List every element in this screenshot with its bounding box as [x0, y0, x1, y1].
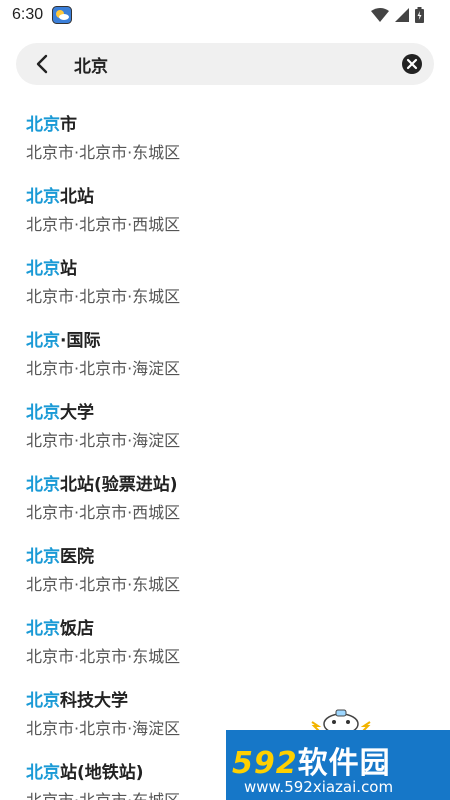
result-title-highlight: 北京	[26, 403, 60, 423]
result-title-highlight: 北京	[26, 547, 60, 567]
result-subtitle: 北京市·北京市·东城区	[26, 647, 181, 666]
result-title-rest: 科技大学	[60, 691, 128, 711]
watermark: 592软件园 www.592xiazai.com	[226, 704, 450, 800]
result-subtitle: 北京市·北京市·东城区	[26, 787, 180, 800]
watermark-logo-text: 软件园	[297, 746, 391, 781]
result-title: 北京站(地铁站)	[26, 758, 144, 783]
result-title: 北京医院	[26, 542, 94, 567]
list-item[interactable]: 北京站 北京市·北京市·东城区	[0, 244, 450, 316]
result-title-highlight: 北京	[26, 259, 60, 279]
result-title: 北京科技大学	[26, 686, 128, 711]
status-bar: 6:30	[0, 0, 450, 32]
result-title-highlight: 北京	[26, 475, 60, 495]
result-title: 北京大学	[26, 398, 94, 423]
result-title-highlight: 北京	[26, 331, 60, 351]
search-bar	[16, 43, 434, 85]
search-input[interactable]	[74, 51, 374, 77]
list-item[interactable]: 北京医院 北京市·北京市·东城区	[0, 532, 450, 604]
wifi-icon	[371, 8, 389, 22]
status-icons	[371, 7, 424, 23]
result-title-rest: 饭店	[60, 619, 94, 639]
result-subtitle: 北京市·北京市·海淀区	[26, 719, 181, 738]
result-title: 北京·国际	[26, 326, 100, 351]
back-button[interactable]	[26, 48, 58, 80]
result-title: 北京饭店	[26, 614, 94, 639]
results-list: 北京市 北京市·北京市·东城区 北京北站 北京市·北京市·西城区 北京站 北京市…	[0, 100, 450, 800]
clear-circle-icon[interactable]	[401, 53, 423, 75]
result-title-rest: 医院	[60, 547, 94, 567]
result-title-rest: 北站	[60, 187, 94, 207]
result-title-highlight: 北京	[26, 619, 60, 639]
list-item[interactable]: 北京北站 北京市·北京市·西城区	[0, 172, 450, 244]
list-item[interactable]: 北京·国际 北京市·北京市·海淀区	[0, 316, 450, 388]
list-item[interactable]: 北京北站(验票进站) 北京市·北京市·西城区	[0, 460, 450, 532]
watermark-logo-number: 592	[232, 746, 298, 781]
list-item[interactable]: 北京市 北京市·北京市·东城区	[0, 100, 450, 172]
result-subtitle: 北京市·北京市·海淀区	[26, 431, 181, 450]
result-subtitle: 北京市·北京市·东城区	[26, 575, 181, 594]
result-title-rest: 站	[60, 259, 77, 279]
result-title-rest: ·国际	[60, 331, 101, 351]
result-title-highlight: 北京	[26, 187, 60, 207]
result-title: 北京北站(验票进站)	[26, 470, 178, 495]
result-title-rest: 站(地铁站)	[60, 763, 144, 783]
result-title-highlight: 北京	[26, 691, 60, 711]
list-item[interactable]: 北京大学 北京市·北京市·海淀区	[0, 388, 450, 460]
chevron-left-icon	[36, 54, 48, 74]
cell-signal-icon	[395, 8, 409, 22]
result-subtitle: 北京市·北京市·西城区	[26, 503, 181, 522]
result-title: 北京站	[26, 254, 77, 279]
result-title-rest: 北站(验票进站)	[60, 475, 178, 495]
result-subtitle: 北京市·北京市·海淀区	[26, 359, 181, 378]
result-title-highlight: 北京	[26, 115, 60, 135]
battery-icon	[415, 7, 424, 23]
result-subtitle: 北京市·北京市·东城区	[26, 143, 181, 162]
status-time: 6:30	[12, 6, 44, 23]
list-item[interactable]: 北京饭店 北京市·北京市·东城区	[0, 604, 450, 676]
result-title-rest: 市	[60, 115, 77, 135]
result-title-highlight: 北京	[26, 763, 60, 783]
result-subtitle: 北京市·北京市·东城区	[26, 287, 181, 306]
result-title: 北京市	[26, 110, 77, 135]
result-title-rest: 大学	[60, 403, 94, 423]
weather-app-icon	[52, 6, 72, 24]
result-subtitle: 北京市·北京市·西城区	[26, 215, 181, 234]
watermark-url: www.592xiazai.com	[244, 778, 394, 796]
watermark-logo: 592软件园	[232, 738, 391, 782]
result-title: 北京北站	[26, 182, 94, 207]
